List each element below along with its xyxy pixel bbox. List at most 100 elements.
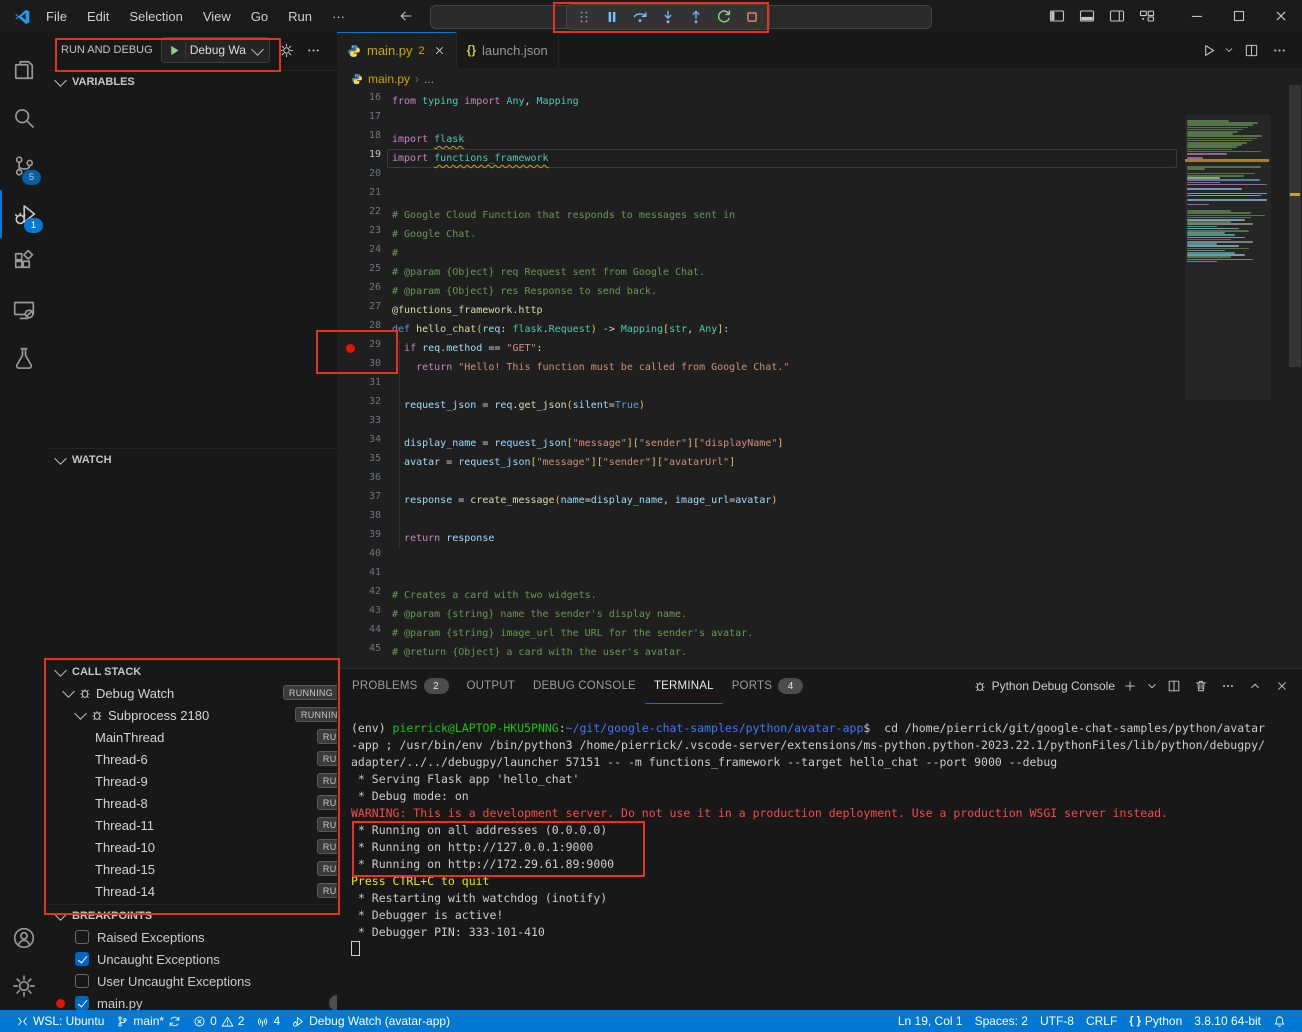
section-breakpoints[interactable]: BREAKPOINTS (47, 904, 337, 926)
minimap[interactable] (1185, 85, 1271, 415)
line-number: 32 (337, 396, 381, 407)
run-dropdown-button[interactable] (1222, 44, 1236, 56)
start-debug-button[interactable] (166, 43, 181, 58)
breakpoint-item[interactable]: Uncaught Exceptions (47, 948, 365, 970)
split-editor-button[interactable] (1238, 43, 1264, 58)
line-number: 39 (337, 529, 381, 540)
section-call-stack[interactable]: CALL STACK (47, 660, 337, 682)
minimap-viewport[interactable] (1185, 115, 1271, 400)
callstack-item[interactable]: Thread-14RUNNING (47, 880, 385, 902)
menu-run[interactable]: Run (279, 5, 321, 27)
statusbar-indentation[interactable]: Spaces: 2 (969, 1010, 1034, 1032)
debug-step-over-button[interactable] (627, 6, 653, 28)
toggle-sidebar-button[interactable] (1042, 1, 1072, 31)
debug-restart-button[interactable] (711, 6, 737, 28)
activitybar-remote-explorer[interactable] (0, 286, 47, 334)
statusbar-remote-indicator[interactable]: WSL: Ubuntu (10, 1010, 110, 1032)
callstack-item[interactable]: MainThreadRUNNING (47, 726, 385, 748)
breakpoint-checkbox[interactable] (75, 996, 89, 1010)
debug-step-out-button[interactable] (683, 6, 709, 28)
minimize-button[interactable] (1176, 1, 1218, 31)
menu-file[interactable]: File (37, 5, 76, 27)
debug-stop-button[interactable] (739, 6, 765, 28)
activitybar-run-and-debug[interactable]: 1 (0, 190, 49, 238)
code-line: import functions_framework (392, 149, 549, 168)
callstack-item[interactable]: Thread-11RUNNING (47, 814, 385, 836)
breakpoint-item[interactable]: Raised Exceptions (47, 926, 365, 948)
new-terminal-button[interactable] (1118, 679, 1142, 693)
panel-tab-debug-console[interactable]: DEBUG CONSOLE (524, 669, 645, 703)
launch-config-dropdown[interactable]: Debug Wa (161, 37, 270, 63)
debug-step-into-button[interactable] (655, 6, 681, 28)
menu-more[interactable]: ··· (323, 5, 354, 27)
panel-tab-ports[interactable]: PORTS4 (723, 669, 812, 703)
activitybar-explorer[interactable] (0, 46, 47, 94)
terminal-instance[interactable]: Python Debug Console (973, 679, 1115, 693)
sidebar-more-actions[interactable] (304, 43, 324, 58)
breakpoint-checkbox[interactable] (75, 930, 89, 944)
statusbar-python-version[interactable]: 3.8.10 64-bit (1188, 1010, 1267, 1032)
breadcrumb[interactable]: main.py›... (337, 68, 1302, 90)
maximize-button[interactable] (1218, 1, 1260, 31)
tab-launch-json[interactable]: {}launch.json (457, 32, 559, 68)
debug-gear-button[interactable] (276, 43, 298, 58)
close-panel-button[interactable] (1270, 679, 1294, 693)
scrollbar-thumb[interactable] (1289, 85, 1301, 367)
terminal-dropdown-button[interactable] (1145, 679, 1159, 693)
menu-go[interactable]: Go (242, 5, 277, 27)
callstack-item[interactable]: Thread-6RUNNING (47, 748, 385, 770)
breakpoint-item[interactable]: User Uncaught Exceptions (47, 970, 365, 992)
activitybar-extensions[interactable] (0, 238, 47, 286)
panel-tab-terminal[interactable]: TERMINAL (645, 669, 723, 704)
panel-more-actions[interactable] (1216, 679, 1240, 693)
callstack-item[interactable]: Thread-15RUNNING (47, 858, 385, 880)
close-window-button[interactable] (1260, 1, 1302, 31)
panel-tab-badge: 4 (778, 678, 803, 694)
activitybar-settings[interactable] (0, 962, 47, 1010)
statusbar-problems[interactable]: 02 (187, 1010, 250, 1032)
statusbar-git-branch[interactable]: main* (110, 1010, 187, 1032)
statusbar-eol[interactable]: CRLF (1080, 1010, 1123, 1032)
split-terminal-button[interactable] (1162, 679, 1186, 693)
section-watch[interactable]: WATCH (47, 448, 337, 470)
callstack-item[interactable]: Subprocess 2180RUNNING (47, 704, 363, 726)
callstack-item[interactable]: Thread-9RUNNING (47, 770, 385, 792)
statusbar-language-mode[interactable]: { }Python (1123, 1010, 1188, 1032)
menu-view[interactable]: View (194, 5, 240, 27)
section-variables[interactable]: VARIABLES (47, 70, 337, 92)
code-area[interactable]: 16from typing import Any, Mapping1718imp… (337, 90, 1185, 668)
statusbar-debug-session[interactable]: Debug Watch (avatar-app) (286, 1010, 456, 1032)
kill-terminal-button[interactable] (1189, 679, 1213, 693)
debug-pause-button[interactable] (599, 6, 625, 28)
tab-main-py[interactable]: main.py2 (337, 32, 457, 68)
nav-back-button[interactable] (392, 8, 420, 24)
statusbar-forwarded-ports[interactable]: 4 (250, 1010, 286, 1032)
activitybar-search[interactable] (0, 94, 47, 142)
panel-tab-problems[interactable]: PROBLEMS2 (343, 669, 458, 703)
callstack-item[interactable]: Thread-8RUNNING (47, 792, 385, 814)
toggle-panel-button[interactable] (1072, 1, 1102, 31)
editor-scrollbar[interactable] (1288, 32, 1302, 668)
menu-edit[interactable]: Edit (78, 5, 118, 27)
toggle-secondary-sidebar-button[interactable] (1102, 1, 1132, 31)
activitybar-source-control[interactable]: 5 (0, 142, 47, 190)
customize-layout-button[interactable] (1132, 1, 1162, 31)
run-python-file-button[interactable] (1196, 43, 1220, 58)
breakpoint-checkbox[interactable] (75, 952, 89, 966)
maximize-panel-button[interactable] (1243, 679, 1267, 693)
source-control-badge: 5 (22, 170, 41, 185)
terminal-output[interactable]: (env) pierrick@LAPTOP-HKU5PNNG:~/git/goo… (337, 703, 1302, 1003)
statusbar-encoding[interactable]: UTF-8 (1034, 1010, 1080, 1032)
breakpoint-checkbox[interactable] (75, 974, 89, 988)
callstack-item[interactable]: Thread-10RUNNING (47, 836, 385, 858)
debug-grip-button[interactable] (571, 6, 597, 28)
tab-close-button[interactable] (433, 44, 446, 57)
activitybar-testing[interactable] (0, 334, 47, 382)
statusbar-notifications[interactable] (1267, 1010, 1292, 1032)
menu-selection[interactable]: Selection (120, 5, 191, 27)
activitybar-accounts[interactable] (0, 914, 47, 962)
callstack-item[interactable]: Debug WatchRUNNING (47, 682, 351, 704)
layout-right-icon (1109, 8, 1125, 24)
statusbar-cursor-position[interactable]: Ln 19, Col 1 (892, 1010, 969, 1032)
panel-tab-output[interactable]: OUTPUT (458, 669, 524, 703)
